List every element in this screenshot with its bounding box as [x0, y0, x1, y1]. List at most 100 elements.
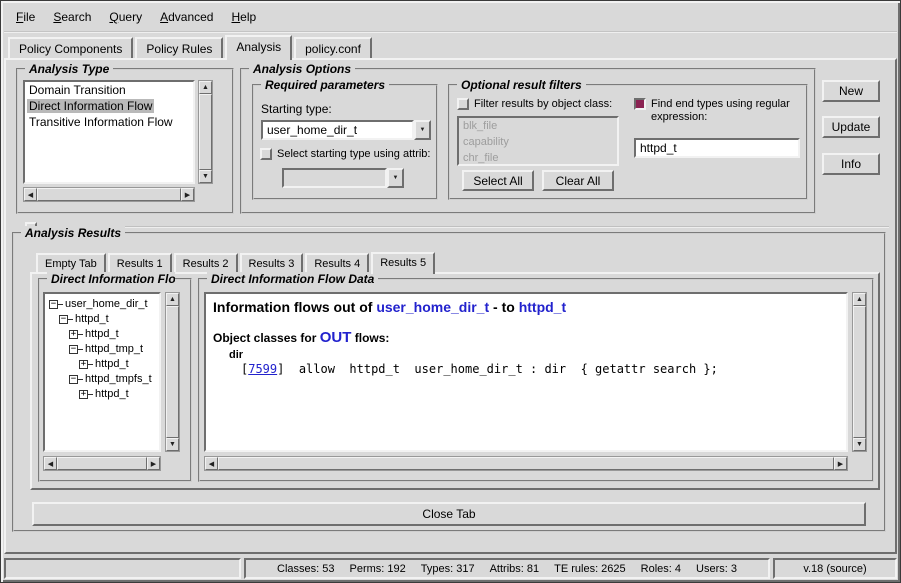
object-class-list: blk_filecapabilitychr_file: [457, 116, 619, 166]
scroll-left-icon[interactable]: ◀: [24, 188, 37, 201]
flow-tree[interactable]: −user_home_dir_t−httpd_t+httpd_t−httpd_t…: [43, 292, 161, 452]
flow-tree-title: Direct Information Flow T: [47, 272, 175, 286]
regex-checkbox[interactable]: [634, 98, 646, 110]
new-button[interactable]: New: [822, 80, 880, 102]
scrollbar-trough[interactable]: [57, 457, 147, 470]
tab-policy-conf[interactable]: policy.conf: [294, 37, 372, 58]
tree-node-label: httpd_t: [93, 387, 129, 402]
tab-policy-components[interactable]: Policy Components: [8, 37, 133, 58]
starting-type-combobox[interactable]: user_home_dir_t ▼: [261, 120, 431, 140]
scroll-up-icon[interactable]: ▲: [166, 293, 179, 306]
chevron-down-icon[interactable]: ▼: [414, 120, 431, 140]
result-tab-results-1[interactable]: Results 1: [108, 253, 172, 272]
collapse-icon[interactable]: −: [59, 315, 68, 324]
menubar: FileSearchQueryAdvancedHelp: [7, 4, 265, 30]
scrollbar-thumb[interactable]: [218, 457, 834, 470]
flow-data-text[interactable]: Information flows out of user_home_dir_t…: [204, 292, 848, 452]
menu-accelerator: H: [231, 10, 240, 24]
result-tab-results-4[interactable]: Results 4: [305, 253, 369, 272]
tree-hscrollbar[interactable]: ◀ ▶: [43, 456, 161, 471]
scrollbar-thumb[interactable]: [166, 306, 179, 438]
expand-icon[interactable]: +: [79, 390, 88, 399]
status-stat: Users: 3: [696, 563, 737, 575]
tree-node-label: user_home_dir_t: [63, 297, 148, 312]
starting-type-value[interactable]: user_home_dir_t: [261, 120, 414, 140]
scrollbar-thumb[interactable]: [199, 94, 212, 170]
status-stat: Classes: 53: [277, 563, 334, 575]
scroll-right-icon[interactable]: ▶: [181, 188, 194, 201]
scrollbar-trough[interactable]: [218, 457, 834, 470]
collapse-icon[interactable]: −: [49, 300, 58, 309]
analysis-type-vscrollbar[interactable]: ▲ ▼: [198, 80, 213, 184]
result-tabs: Empty TabResults 1Results 2Results 3Resu…: [36, 250, 437, 272]
menu-search[interactable]: Search: [44, 6, 100, 28]
data-hscrollbar[interactable]: ◀ ▶: [204, 456, 848, 471]
scrollbar-thumb[interactable]: [853, 306, 866, 438]
scroll-left-icon[interactable]: ◀: [44, 457, 57, 470]
expand-icon[interactable]: +: [79, 360, 88, 369]
scroll-down-icon[interactable]: ▼: [853, 438, 866, 451]
collapse-icon[interactable]: −: [69, 345, 78, 354]
tree-node[interactable]: +httpd_t: [46, 357, 158, 372]
tree-node[interactable]: −httpd_tmp_t: [46, 342, 158, 357]
scrollbar-trough[interactable]: [853, 306, 866, 438]
attrib-checkbox[interactable]: [260, 148, 272, 160]
info-button[interactable]: Info: [822, 153, 880, 175]
result-tab-results-2[interactable]: Results 2: [174, 253, 238, 272]
select-all-button[interactable]: Select All: [462, 170, 534, 191]
menu-help[interactable]: Help: [222, 6, 265, 28]
tree-node[interactable]: + httpd_t: [46, 387, 158, 402]
scroll-left-icon[interactable]: ◀: [205, 457, 218, 470]
analysis-type-hscrollbar[interactable]: ◀ ▶: [23, 187, 195, 202]
menu-query[interactable]: Query: [100, 6, 151, 28]
scrollbar-trough[interactable]: [37, 188, 181, 201]
close-tab-button[interactable]: Close Tab: [32, 502, 866, 526]
menu-advanced[interactable]: Advanced: [151, 6, 222, 28]
tree-node[interactable]: −httpd_t: [46, 312, 158, 327]
scroll-right-icon[interactable]: ▶: [147, 457, 160, 470]
scrollbar-trough[interactable]: [199, 94, 212, 170]
flow-direction: OUT: [320, 329, 352, 346]
scroll-up-icon[interactable]: ▲: [853, 293, 866, 306]
collapse-icon[interactable]: −: [69, 375, 78, 384]
scroll-down-icon[interactable]: ▼: [166, 438, 179, 451]
analysis-type-option[interactable]: Domain Transition: [25, 82, 193, 98]
data-vscrollbar[interactable]: ▲ ▼: [852, 292, 867, 452]
status-version: v.18 (source): [773, 558, 897, 579]
tree-node[interactable]: −user_home_dir_t: [46, 297, 158, 312]
scroll-up-icon[interactable]: ▲: [199, 81, 212, 94]
analysis-options-panel: Analysis Options Required parameters Sta…: [240, 68, 816, 214]
attrib-checkbox-row: Select starting type using attrib:: [260, 148, 436, 161]
menu-accelerator: F: [16, 10, 23, 24]
menu-accelerator: S: [53, 10, 61, 24]
clear-all-button[interactable]: Clear All: [542, 170, 614, 191]
analysis-type-list[interactable]: Domain TransitionDirect Information Flow…: [23, 80, 195, 184]
attrib-combobox: ▼: [282, 168, 404, 188]
tab-analysis[interactable]: Analysis: [225, 35, 292, 60]
analysis-type-option[interactable]: Transitive Information Flow: [25, 114, 193, 130]
status-stat: Roles: 4: [641, 563, 681, 575]
scrollbar-thumb[interactable]: [37, 188, 181, 201]
analysis-results-panel: Analysis Results Empty TabResults 1Resul…: [12, 232, 886, 532]
result-tab-results-3[interactable]: Results 3: [240, 253, 304, 272]
scrollbar-trough[interactable]: [166, 306, 179, 438]
flow-tree-panel: Direct Information Flow T −user_home_dir…: [38, 278, 192, 482]
flow-data-panel: Direct Information Flow Data Information…: [198, 278, 874, 482]
menu-file[interactable]: File: [7, 6, 44, 28]
regex-input[interactable]: [634, 138, 800, 158]
result-tab-results-5[interactable]: Results 5: [371, 252, 435, 274]
update-button[interactable]: Update: [822, 116, 880, 138]
tree-node[interactable]: +httpd_t: [46, 327, 158, 342]
tab-policy-rules[interactable]: Policy Rules: [135, 37, 223, 58]
tree-vscrollbar[interactable]: ▲ ▼: [165, 292, 180, 452]
rule-link[interactable]: 7599: [248, 362, 277, 376]
object-class-filter-checkbox[interactable]: [457, 98, 469, 110]
result-tab-empty-tab[interactable]: Empty Tab: [36, 253, 106, 272]
scroll-right-icon[interactable]: ▶: [834, 457, 847, 470]
scrollbar-thumb[interactable]: [57, 457, 147, 470]
flow-data-title: Direct Information Flow Data: [207, 272, 378, 286]
expand-icon[interactable]: +: [69, 330, 78, 339]
scroll-down-icon[interactable]: ▼: [199, 170, 212, 183]
tree-node[interactable]: −httpd_tmpfs_t: [46, 372, 158, 387]
analysis-type-option[interactable]: Direct Information Flow: [25, 98, 193, 114]
